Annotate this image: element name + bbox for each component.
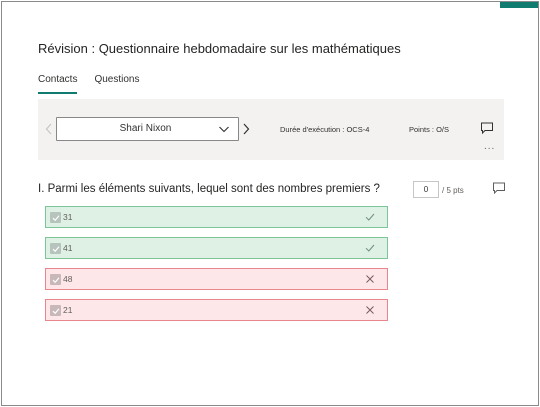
answer-label: 31	[63, 212, 73, 222]
checkbox-checked-icon	[50, 243, 61, 254]
answer-option: 31	[45, 206, 388, 228]
checkbox-checked-icon	[50, 212, 61, 223]
points-total-label: / 5 pts	[442, 186, 464, 195]
respondent-select[interactable]: Shari Nixon	[56, 117, 239, 141]
question-comment-icon[interactable]	[492, 181, 506, 195]
tab-contacts[interactable]: Contacts	[38, 72, 78, 94]
accent-strip	[500, 2, 538, 8]
check-icon	[365, 213, 375, 221]
chevron-right-icon[interactable]	[239, 119, 253, 139]
score-input[interactable]: 0	[413, 181, 439, 198]
close-icon	[366, 306, 374, 314]
comment-icon[interactable]	[480, 121, 494, 135]
tab-questions[interactable]: Questions	[94, 72, 139, 94]
answer-label: 48	[63, 274, 73, 284]
answer-option: 48	[45, 268, 388, 290]
answer-option: 21	[45, 299, 388, 321]
duration-label: Durée d'exécution : OCS-4	[280, 125, 370, 134]
tab-bar: Contacts Questions	[38, 72, 140, 94]
checkbox-checked-icon	[50, 305, 61, 316]
question-text: I. Parmi les éléments suivants, lequel s…	[38, 183, 380, 195]
form-window: Révision : Questionnaire hebdomadaire su…	[1, 1, 539, 406]
answer-option: 41	[45, 237, 388, 259]
close-icon	[366, 275, 374, 283]
respondent-name: Shari Nixon	[119, 123, 172, 134]
points-label: Points : O/S	[409, 125, 450, 134]
accent-bar	[2, 2, 538, 8]
more-options-button[interactable]: ...	[484, 142, 495, 152]
answer-label: 21	[63, 305, 73, 315]
check-icon	[365, 244, 375, 252]
respondent-toolbar: Shari Nixon Durée d'exécution : OCS-4 Po…	[38, 99, 504, 160]
chevron-down-icon	[219, 126, 229, 133]
checkbox-checked-icon	[50, 274, 61, 285]
chevron-left-icon[interactable]	[42, 119, 56, 139]
page-title: Révision : Questionnaire hebdomadaire su…	[38, 41, 401, 56]
answer-label: 41	[63, 243, 73, 253]
